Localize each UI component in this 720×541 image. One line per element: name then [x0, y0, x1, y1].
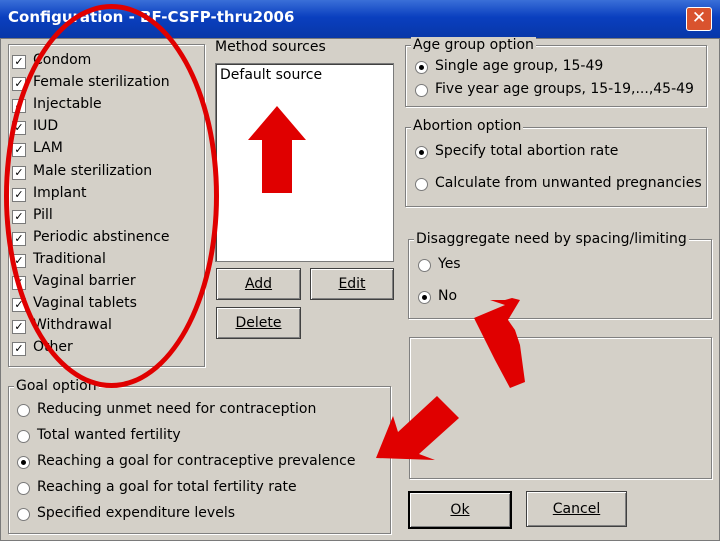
cancel-button[interactable]: Cancel [526, 491, 627, 527]
radio-dot [422, 295, 427, 300]
radio-button[interactable] [415, 84, 428, 97]
delete-button[interactable]: Delete [216, 307, 301, 339]
radio-button[interactable] [418, 259, 431, 272]
age-group-panel [405, 45, 707, 107]
method-sources-listbox[interactable]: Default source [215, 63, 394, 262]
disaggregate-label: Disaggregate need by spacing/limiting [414, 231, 689, 247]
option-label: Total wanted fertility [37, 427, 181, 443]
radio-button[interactable] [418, 291, 431, 304]
method-sources-label: Method sources [215, 39, 326, 55]
radio-button[interactable] [415, 61, 428, 74]
option-label: Reducing unmet need for contraception [37, 401, 317, 417]
option-label: Specify total abortion rate [435, 143, 619, 159]
abortion-label: Abortion option [411, 118, 524, 134]
option-label: No [438, 288, 458, 304]
edit-button[interactable]: Edit [310, 268, 394, 300]
radio-dot [419, 150, 424, 155]
checkbox[interactable]: ✓ [12, 55, 26, 69]
radio-button[interactable] [17, 508, 30, 521]
radio-dot [21, 460, 26, 465]
list-item[interactable]: Default source [220, 67, 322, 83]
highlight-ellipse [4, 4, 219, 388]
checkbox[interactable]: ✓ [12, 320, 26, 335]
checkbox[interactable]: ✓ [12, 342, 26, 357]
radio-dot [419, 65, 424, 70]
delete-button-label: Delete [235, 315, 282, 331]
age-group-label: Age group option [411, 37, 536, 53]
option-label: Calculate from unwanted pregnancies [435, 175, 702, 191]
radio-button[interactable] [415, 178, 428, 191]
disaggregate-panel [408, 239, 712, 319]
radio-button[interactable] [17, 482, 30, 495]
ok-button-label: Ok [450, 502, 470, 518]
radio-button[interactable] [17, 456, 30, 469]
option-label: Reaching a goal for contraceptive preval… [37, 453, 356, 469]
add-button[interactable]: Add [216, 268, 301, 300]
option-label: Single age group, 15-49 [435, 58, 604, 74]
close-icon[interactable]: ✕ [686, 7, 712, 31]
empty-panel [409, 337, 712, 479]
option-label: Yes [438, 256, 461, 272]
option-label: Specified expenditure levels [37, 505, 236, 521]
radio-button[interactable] [17, 404, 30, 417]
abortion-panel [405, 127, 707, 207]
radio-button[interactable] [17, 430, 30, 443]
cancel-button-label: Cancel [552, 501, 601, 517]
add-button-label: Add [244, 276, 273, 292]
option-label: Five year age groups, 15-19,...,45-49 [435, 81, 694, 97]
edit-button-label: Edit [338, 276, 366, 292]
radio-button[interactable] [415, 146, 428, 159]
option-label: Reaching a goal for total fertility rate [37, 479, 297, 495]
ok-button[interactable]: Ok [408, 491, 512, 529]
